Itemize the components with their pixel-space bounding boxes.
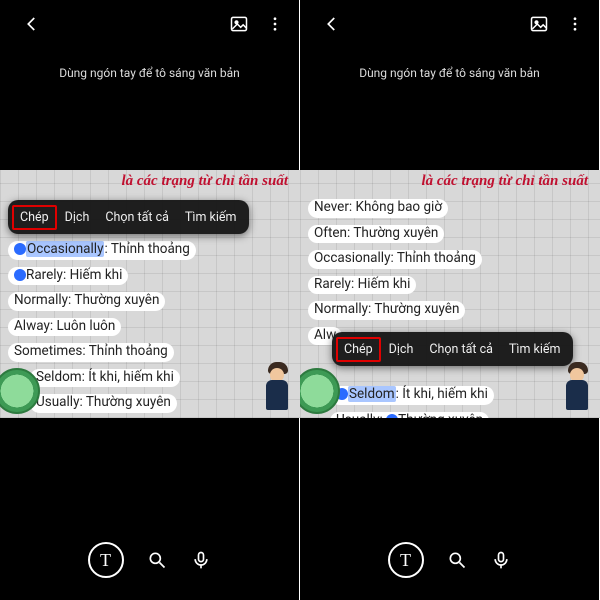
captured-image: là các trạng từ chỉ tần suất Never: Khôn… — [300, 170, 600, 418]
list-item: Occasionally: Thỉnh thoảng — [308, 250, 482, 269]
text-mode-button[interactable]: T — [388, 542, 424, 578]
right-screenshot: Dùng ngón tay để tô sáng văn bản là các … — [300, 0, 600, 600]
list-item: Alway: Luôn luôn — [8, 318, 121, 337]
list-item: Seldom: Ít khi, hiếm khi — [330, 386, 494, 405]
mic-icon[interactable] — [490, 549, 512, 571]
top-bar — [0, 0, 299, 48]
cursive-title: là các trạng từ chỉ tần suất — [421, 173, 588, 190]
search-icon[interactable] — [146, 549, 168, 571]
list-item: Usually: Thường xuyên — [30, 394, 177, 413]
gallery-icon[interactable] — [525, 10, 553, 38]
hint-text: Dùng ngón tay để tô sáng văn bản — [300, 66, 599, 80]
list-item: Seldom: Ít khi, hiếm khi — [30, 369, 180, 388]
list-item: Sometimes: Thỉnh thoảng — [8, 343, 174, 362]
back-icon[interactable] — [18, 10, 46, 38]
captured-image: là các trạng từ chỉ tần suất Occasionall… — [0, 170, 300, 418]
list-item: Never: Không bao giờ — [308, 199, 448, 218]
list-item: Occasionally: Thỉnh thoảng — [8, 241, 196, 260]
context-select-all[interactable]: Chọn tất cả — [421, 342, 501, 357]
context-translate[interactable]: Dịch — [381, 342, 422, 357]
context-copy[interactable]: Chép — [336, 337, 381, 362]
context-translate[interactable]: Dịch — [57, 210, 98, 225]
person-illustration — [558, 354, 598, 410]
hint-text: Dùng ngón tay để tô sáng văn bản — [0, 66, 299, 80]
context-select-all[interactable]: Chọn tất cả — [97, 210, 177, 225]
gallery-icon[interactable] — [225, 10, 253, 38]
list-item: Normally: Thường xuyên — [308, 301, 465, 320]
context-menu: Chép Dịch Chọn tất cả Tìm kiếm — [332, 332, 573, 366]
context-copy[interactable]: Chép — [12, 205, 57, 230]
context-search[interactable]: Tìm kiếm — [177, 210, 245, 225]
more-icon[interactable] — [261, 10, 289, 38]
list-item: Rarely: Hiếm khi — [308, 276, 416, 295]
search-icon[interactable] — [446, 549, 468, 571]
person-illustration — [258, 354, 298, 410]
mic-icon[interactable] — [190, 549, 212, 571]
back-icon[interactable] — [318, 10, 346, 38]
left-screenshot: Dùng ngón tay để tô sáng văn bản là các … — [0, 0, 300, 600]
list-item: Often: Thường xuyên — [308, 225, 444, 244]
bottom-toolbar: T — [0, 542, 299, 578]
more-icon[interactable] — [561, 10, 589, 38]
context-menu: Chép Dịch Chọn tất cả Tìm kiếm — [8, 200, 249, 234]
list-item: Normally: Thường xuyên — [8, 292, 165, 311]
cursive-title: là các trạng từ chỉ tần suất — [121, 173, 288, 190]
bottom-toolbar: T — [300, 542, 599, 578]
top-bar — [300, 0, 599, 48]
text-mode-button[interactable]: T — [88, 542, 124, 578]
list-item: Usually: Thường xuyên — [330, 412, 489, 419]
list-item: Rarely: Hiếm khi — [8, 267, 128, 286]
